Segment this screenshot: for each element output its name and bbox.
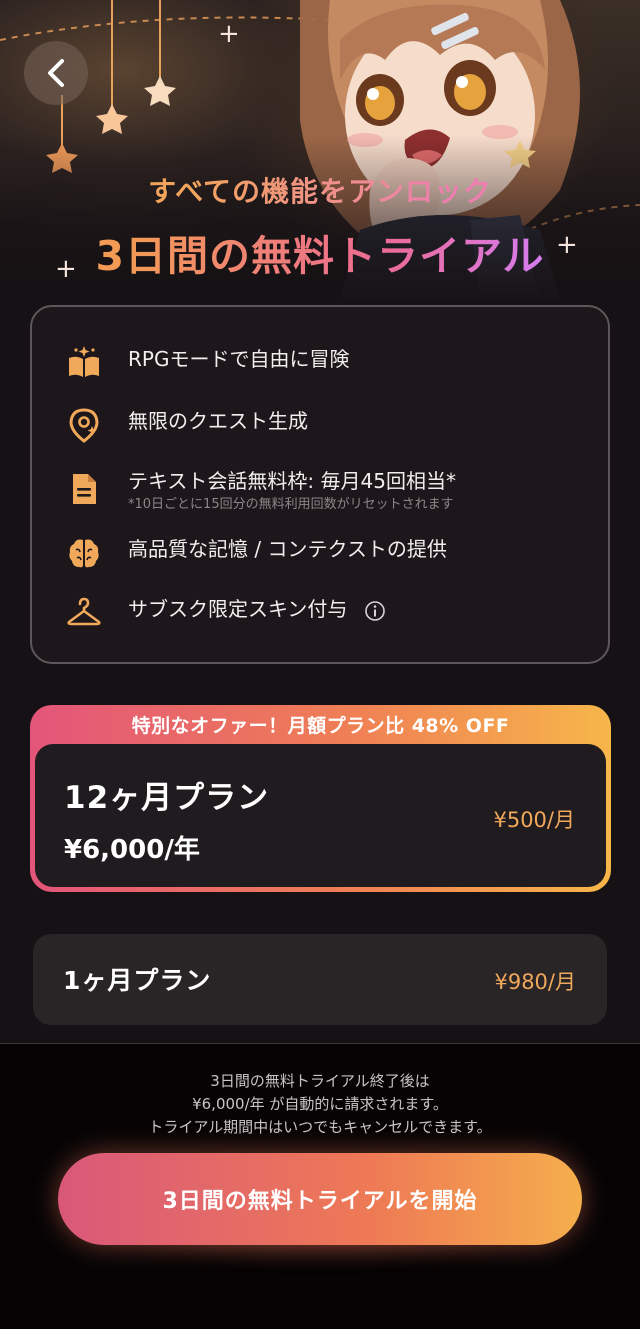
trial-title: 3日間の無料トライアル: [0, 222, 640, 282]
annual-plan-option[interactable]: 特別なオファー！月額プラン比 48% OFF 12ヶ月プラン ¥6,000/年 …: [30, 705, 611, 892]
monthly-plan-option[interactable]: 1ヶ月プラン ¥980/月: [33, 934, 607, 1025]
feature-label-text: サブスク限定スキン付与: [128, 597, 348, 621]
quest-location-icon: [69, 408, 99, 443]
annual-plan-card: 12ヶ月プラン ¥6,000/年 ¥500/月: [35, 744, 606, 887]
plan-name: 12ヶ月プラン: [64, 780, 270, 816]
billing-notice-line: 3日間の無料トライアル終了後は: [210, 1072, 430, 1090]
billing-notice: 3日間の無料トライアル終了後は ¥6,000/年 が自動的に請求されます。 トラ…: [0, 1070, 640, 1139]
feature-label: 高品質な記憶 / コンテクストの提供: [128, 537, 447, 561]
feature-item: 無限のクエスト生成: [66, 407, 308, 443]
brain-icon: [69, 539, 99, 568]
plan-monthly-price: ¥500/月: [493, 808, 575, 832]
billing-notice-line: ¥6,000/年 が自動的に請求されます。: [192, 1095, 448, 1113]
info-icon[interactable]: [364, 600, 386, 622]
feature-label: 無限のクエスト生成: [128, 409, 308, 433]
sparkle-icon: +: [218, 19, 240, 49]
document-icon: [73, 474, 96, 504]
unlock-subtitle: すべての機能をアンロック: [0, 170, 640, 210]
feature-label: テキスト会話無料枠: 毎月45回相当*: [128, 469, 456, 493]
feature-label: RPGモードで自由に冒険: [128, 347, 350, 371]
plan-total-price: ¥6,000/年: [64, 835, 200, 865]
feature-note: *10日ごとに15回分の無料利用回数がリセットされます: [128, 497, 454, 512]
billing-notice-line: トライアル期間中はいつでもキャンセルできます。: [148, 1118, 492, 1136]
book-sparkle-icon: [69, 346, 99, 377]
footer: 3日間の無料トライアル終了後は ¥6,000/年 が自動的に請求されます。 トラ…: [0, 1043, 640, 1329]
hero-section: + + + すべての機能をアンロック 3日間の無料トライアル: [0, 0, 640, 300]
chevron-left-icon: [48, 59, 64, 87]
offer-banner: 特別なオファー！月額プラン比 48% OFF: [131, 715, 510, 737]
plan-name: 1ヶ月プラン: [63, 966, 212, 995]
feature-item: RPGモードで自由に冒険: [66, 345, 349, 381]
plan-price: ¥980/月: [494, 970, 576, 994]
back-button[interactable]: [24, 41, 88, 105]
feature-item: テキスト会話無料枠: 毎月45回相当* *10日ごとに15回分の無料利用回数がリ…: [66, 467, 456, 514]
start-trial-button[interactable]: 3日間の無料トライアルを開始: [58, 1153, 582, 1245]
features-card: RPGモードで自由に冒険 無限のクエスト生成 テキスト会話無料枠: 毎月45回相…: [30, 305, 610, 664]
hanger-icon: [67, 597, 101, 626]
feature-item: サブスク限定スキン付与: [66, 595, 386, 631]
feature-item: 高品質な記憶 / コンテクストの提供: [66, 535, 447, 571]
feature-label: サブスク限定スキン付与: [128, 595, 386, 623]
